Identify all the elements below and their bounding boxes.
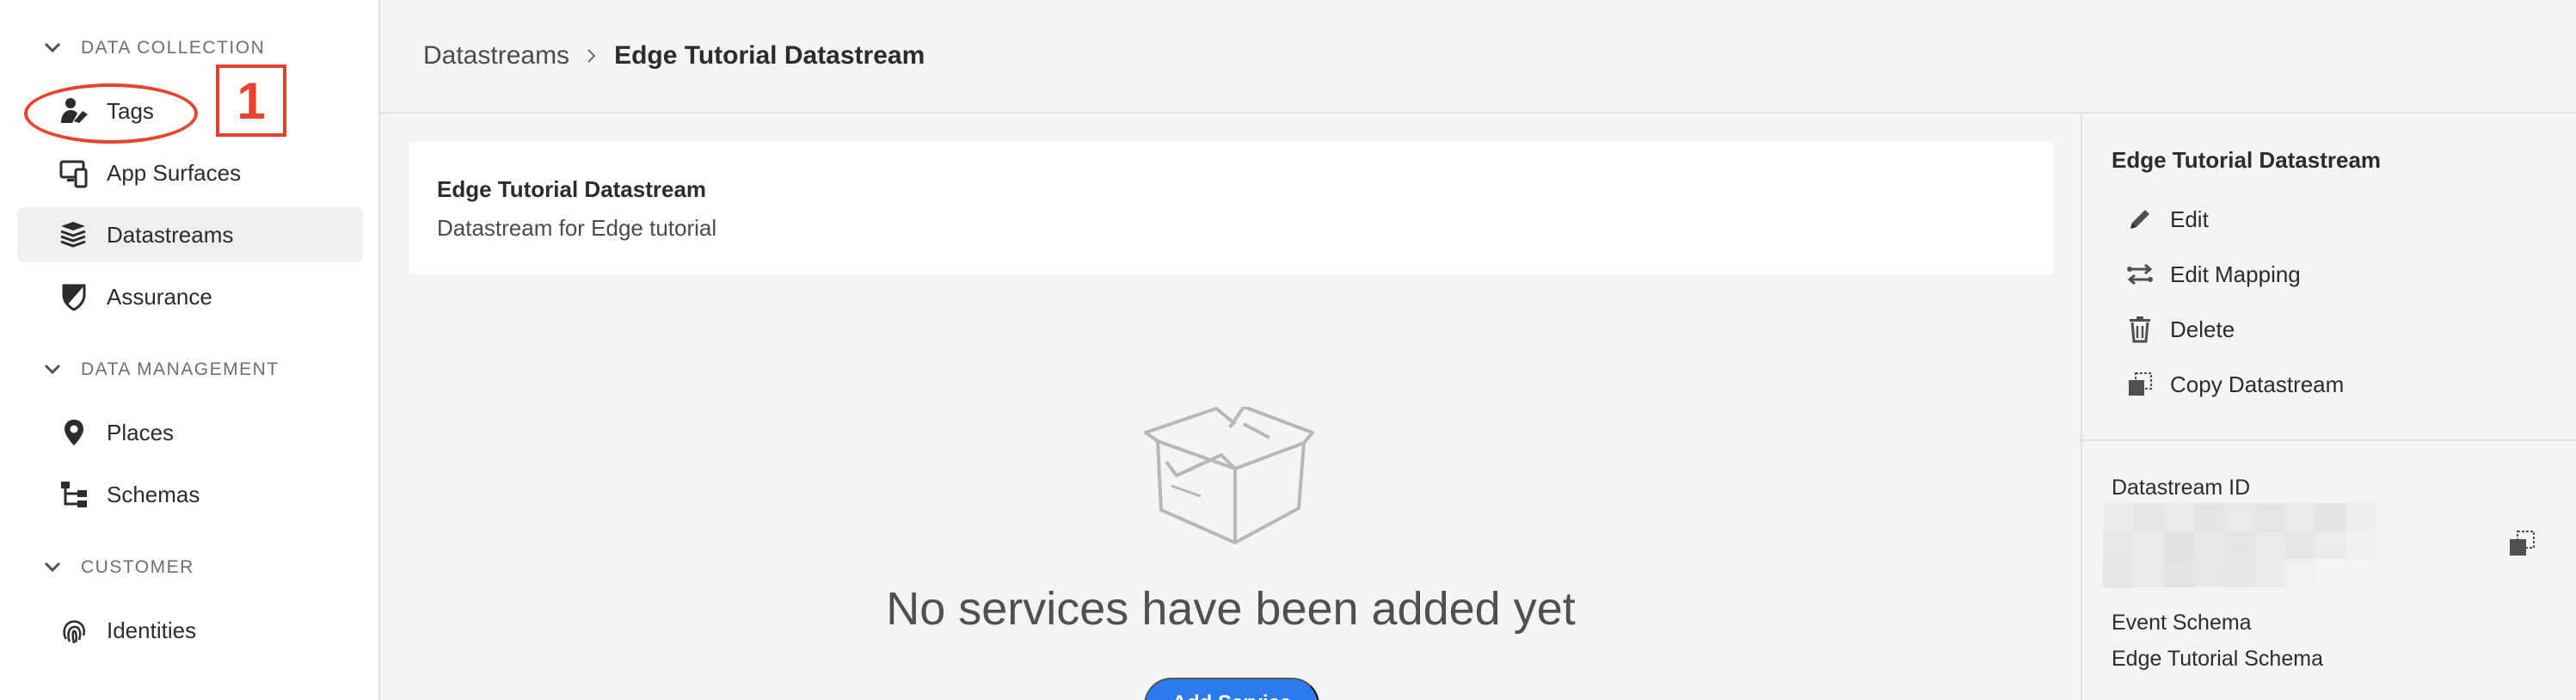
pencil-icon bbox=[2125, 205, 2155, 234]
page-title: Edge Tutorial Datastream bbox=[614, 41, 925, 70]
sidebar-item-label: Identities bbox=[107, 617, 197, 643]
datastream-summary-card: Edge Tutorial Datastream Datastream for … bbox=[409, 142, 2053, 274]
empty-state-message: No services have been added yet bbox=[886, 583, 1576, 635]
annotation-step-badge: 1 bbox=[216, 64, 286, 137]
empty-box-icon bbox=[1140, 405, 1321, 548]
breadcrumb: Datastreams Edge Tutorial Datastream bbox=[423, 41, 925, 71]
datastream-id-label: Datastream ID bbox=[2112, 476, 2251, 500]
action-label: Delete bbox=[2170, 316, 2235, 342]
action-label: Copy Datastream bbox=[2170, 371, 2345, 397]
datastreams-icon bbox=[57, 218, 91, 252]
action-label: Edit Mapping bbox=[2170, 261, 2301, 287]
sidebar-item-label: Schemas bbox=[107, 481, 200, 507]
app-surfaces-icon bbox=[57, 156, 91, 190]
chevron-down-icon[interactable] bbox=[43, 360, 62, 379]
datastream-name: Edge Tutorial Datastream bbox=[437, 176, 707, 202]
mapping-icon bbox=[2125, 260, 2155, 289]
sidebar-item-app-surfaces[interactable]: App Surfaces bbox=[17, 145, 363, 200]
schemas-icon bbox=[57, 477, 91, 512]
left-nav: DATA COLLECTION Tags App Surfaces Datast… bbox=[0, 0, 380, 700]
sidebar-item-datastreams[interactable]: Datastreams bbox=[17, 207, 363, 262]
section-data-collection[interactable]: DATA COLLECTION bbox=[43, 33, 265, 64]
event-schema-label: Event Schema bbox=[2112, 611, 2252, 635]
section-label: CUSTOMER bbox=[81, 557, 194, 577]
chevron-down-icon[interactable] bbox=[43, 39, 62, 58]
sidebar-item-schemas[interactable]: Schemas bbox=[17, 467, 363, 522]
section-data-management[interactable]: DATA MANAGEMENT bbox=[43, 354, 280, 385]
places-icon bbox=[57, 415, 91, 450]
section-label: DATA MANAGEMENT bbox=[81, 359, 280, 379]
chevron-down-icon[interactable] bbox=[43, 558, 62, 577]
assurance-icon bbox=[57, 279, 91, 314]
copy-datastream-action[interactable]: Copy Datastream bbox=[2125, 365, 2344, 403]
edit-action[interactable]: Edit bbox=[2125, 200, 2209, 238]
chevron-right-icon bbox=[587, 43, 597, 70]
details-panel-title: Edge Tutorial Datastream bbox=[2112, 147, 2382, 173]
sidebar-item-places[interactable]: Places bbox=[17, 405, 363, 460]
datastream-description: Datastream for Edge tutorial bbox=[437, 215, 717, 241]
trash-icon bbox=[2125, 315, 2155, 344]
sidebar-item-identities[interactable]: Identities bbox=[17, 603, 363, 658]
datastream-id-value-redacted bbox=[2103, 503, 2376, 587]
breadcrumb-datastreams-link[interactable]: Datastreams bbox=[423, 41, 569, 71]
copy-id-icon[interactable] bbox=[2507, 529, 2536, 558]
copy-icon bbox=[2125, 370, 2155, 399]
details-panel: Edge Tutorial Datastream Edit Edit Mappi… bbox=[2081, 114, 2576, 700]
edit-mapping-action[interactable]: Edit Mapping bbox=[2125, 255, 2301, 293]
section-customer[interactable]: CUSTOMER bbox=[43, 552, 194, 583]
page-header: Datastreams Edge Tutorial Datastream bbox=[380, 0, 2576, 114]
panel-divider bbox=[2082, 439, 2576, 441]
action-label: Edit bbox=[2170, 206, 2209, 232]
delete-action[interactable]: Delete bbox=[2125, 310, 2235, 348]
sidebar-item-label: App Surfaces bbox=[107, 159, 242, 186]
main-content: Edge Tutorial Datastream Datastream for … bbox=[380, 114, 2100, 700]
annotation-highlight-oval bbox=[24, 83, 198, 144]
section-label: DATA COLLECTION bbox=[81, 38, 266, 58]
identities-icon bbox=[57, 613, 91, 648]
event-schema-value: Edge Tutorial Schema bbox=[2112, 647, 2323, 671]
sidebar-item-label: Datastreams bbox=[107, 221, 234, 248]
sidebar-item-label: Assurance bbox=[107, 283, 212, 310]
add-service-button[interactable]: Add Service bbox=[1144, 678, 1319, 700]
sidebar-item-label: Places bbox=[107, 419, 175, 445]
sidebar-item-assurance[interactable]: Assurance bbox=[17, 269, 363, 324]
